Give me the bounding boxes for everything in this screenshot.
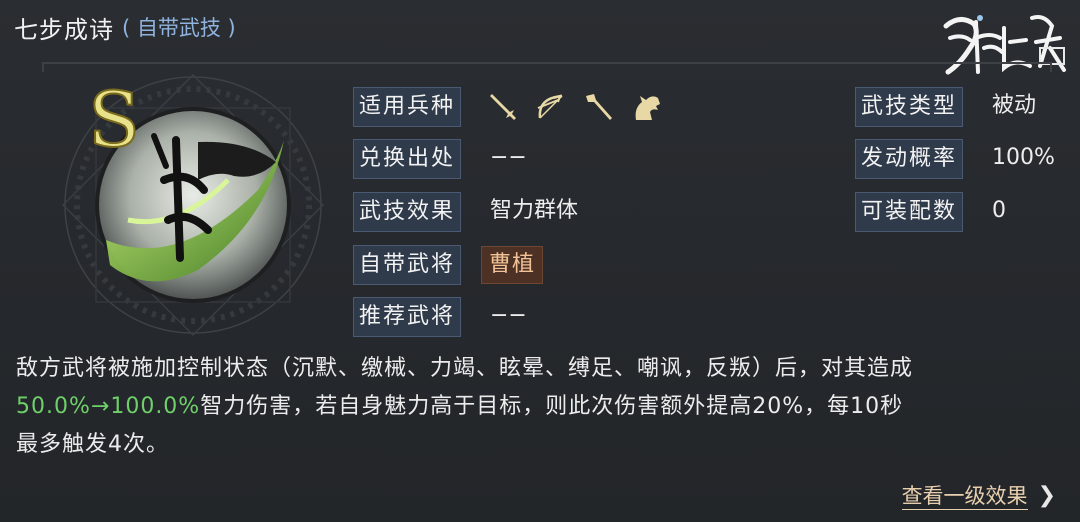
troop-label: 适用兵种 xyxy=(353,87,462,127)
recommend-value: −− xyxy=(490,303,527,328)
skill-name: 七步成诗 xyxy=(14,15,114,44)
horse-icon xyxy=(630,90,664,124)
skill-tag: ( 自带武技 ) xyxy=(122,16,236,40)
frame-corner-right xyxy=(1050,62,1052,72)
hero-badge[interactable]: 曹植 xyxy=(481,246,544,284)
description-line-3: 最多触发4次。 xyxy=(16,432,169,457)
effect-value: 智力群体 xyxy=(490,198,579,223)
title-bar: 七步成诗 ( 自带武技 ) xyxy=(14,8,236,46)
sword-icon xyxy=(486,90,520,124)
description-line-2-text: 智力伤害，若自身魅力高于目标，则此次伤害额外提高20%，每10秒 xyxy=(200,394,904,419)
skill-card: 七步成诗 ( 自带武技 ) S 适用兵种 兑换出处 −− 武技效果 智力群体 自… xyxy=(0,0,1080,522)
description-line-2: 50.0%→100.0%智力伤害，若自身魅力高于目标，则此次伤害额外提高20%，… xyxy=(16,388,1066,426)
chevron-right-icon[interactable]: ❯ xyxy=(1038,478,1056,514)
grade-badge: S xyxy=(82,74,146,165)
view-effect-label[interactable]: 查看一级效果 xyxy=(901,483,1028,510)
rate-value: 100% xyxy=(992,145,1055,170)
effect-label: 武技效果 xyxy=(353,192,462,232)
troop-icons xyxy=(486,89,664,125)
description-line-1: 敌方武将被施加控制状态（沉默、缴械、力竭、眩晕、缚足、嘲讽，反叛）后，对其造成 xyxy=(16,356,914,381)
slots-value: 0 xyxy=(992,198,1006,223)
source-value: −− xyxy=(490,145,527,170)
view-level-one-effect-link[interactable]: 查看一级效果 ❯ xyxy=(901,478,1056,514)
recommend-label: 推荐武将 xyxy=(353,297,462,337)
slots-label: 可装配数 xyxy=(855,192,964,232)
bow-icon xyxy=(534,90,568,124)
spear-icon xyxy=(582,90,616,124)
source-label: 兑换出处 xyxy=(353,139,462,179)
damage-range-highlight: 50.0%→100.0% xyxy=(16,394,201,419)
skill-description: 敌方武将被施加控制状态（沉默、缴械、力竭、眩晕、缚足、嘲讽，反叛）后，对其造成 … xyxy=(16,350,1066,464)
game-logo xyxy=(940,8,1068,80)
frame-corner-left xyxy=(42,62,44,72)
type-value: 被动 xyxy=(992,93,1037,118)
grade-letter: S xyxy=(88,80,140,160)
frame-line xyxy=(42,62,1052,64)
rate-label: 发动概率 xyxy=(855,139,964,179)
hero-label: 自带武将 xyxy=(353,245,462,285)
type-label: 武技类型 xyxy=(855,87,964,127)
